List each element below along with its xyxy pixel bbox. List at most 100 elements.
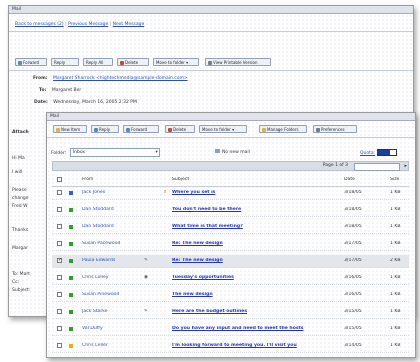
message-date: 3/17/05	[344, 241, 362, 246]
message-date: 3/16/05	[344, 275, 362, 280]
delete-icon	[120, 60, 124, 65]
body-line-9: To: Mart	[12, 272, 30, 277]
row-checkbox[interactable]	[57, 257, 62, 263]
message-row[interactable]: Susan Pacewood Re: The new design 3/17/05 1…	[52, 238, 409, 251]
sender-name[interactable]: Dan Stoddard	[82, 224, 142, 229]
to-label: To:	[39, 88, 47, 93]
forward-button[interactable]: Forward	[123, 125, 159, 133]
message-size: 2 KB	[390, 258, 401, 263]
message-size: 1 KB	[390, 292, 401, 297]
sender-name[interactable]: Susan Pinewood	[82, 292, 142, 297]
manage-folders-button[interactable]: Manage Folders	[259, 125, 307, 133]
sender-name[interactable]: Paula Edwards	[82, 258, 142, 263]
message-row[interactable]: Val Duffy Do you have any input and need …	[52, 323, 409, 336]
from-label: From:	[33, 76, 48, 81]
message-subject[interactable]: Re: The new design	[172, 258, 338, 263]
message-subject[interactable]: You don't need to be there	[172, 207, 338, 212]
sender-name[interactable]: Chris Lolley	[82, 275, 142, 280]
message-row[interactable]: Jack Jones! Where you set is 3/18/05 1 KB	[52, 187, 409, 200]
row-checkbox[interactable]	[57, 343, 62, 348]
message-size: 1 KB	[390, 190, 401, 195]
folder-row: Folder: Inbox ▾	[51, 148, 160, 157]
next-message-link[interactable]: Next Message	[113, 22, 145, 27]
inbox-window-title: Mail	[50, 114, 60, 119]
message-date: 3/16/05	[344, 292, 362, 297]
quota-bar-fill	[377, 150, 391, 155]
nav-divider	[9, 31, 413, 32]
sender-name[interactable]: Chris Leller	[82, 343, 142, 348]
message-subject[interactable]: Do you have any input and need to meet t…	[172, 326, 338, 331]
row-checkbox[interactable]	[57, 241, 62, 246]
row-checkbox[interactable]	[57, 224, 62, 229]
priority-flag-icon: !	[164, 190, 167, 195]
status-icon	[69, 208, 73, 212]
sender-name[interactable]: Jack Starke	[82, 309, 142, 314]
previous-message-link[interactable]: Previous Message	[68, 22, 108, 27]
inbox-window: Mail New Item Reply Forward Delete Move …	[46, 112, 416, 358]
sender-name[interactable]: Jack Jones	[82, 190, 142, 195]
row-checkbox[interactable]	[57, 292, 62, 297]
column-from[interactable]: From	[82, 177, 93, 182]
reply-button[interactable]: Reply	[51, 58, 79, 66]
date-row: Date: Wednesday, March 16, 2005 2:32 PM	[34, 100, 137, 105]
status-icon	[69, 259, 73, 263]
row-checkbox[interactable]	[57, 309, 62, 314]
quota-label[interactable]: Quota:	[360, 151, 375, 156]
message-subject[interactable]: Tuesday's opportunities	[172, 275, 338, 280]
message-row[interactable]: Dan Stoddard What time is that meeting? 3/…	[52, 221, 409, 234]
folder-icon	[262, 127, 266, 132]
new-item-icon	[56, 127, 60, 132]
status-icon	[69, 191, 73, 195]
body-line-2: Hi Ma	[12, 156, 25, 161]
preferences-button[interactable]: Preferences	[313, 125, 357, 133]
message-row[interactable]: Paula Edwards✎ Re: The new design 3/17/05 2…	[52, 255, 409, 268]
select-all-checkbox[interactable]	[57, 177, 62, 182]
message-subject[interactable]: I'm looking forward to meeting you. I'll…	[172, 343, 338, 348]
reply-icon	[94, 127, 98, 132]
back-to-messages-link[interactable]: Back to messages (2)	[15, 22, 64, 27]
sender-name[interactable]: Val Duffy	[82, 326, 142, 331]
reply-button[interactable]: Reply	[91, 125, 119, 133]
status-icon	[69, 327, 73, 331]
from-value[interactable]: Margaret Sharrock <hightechmedia@sample-…	[53, 76, 188, 81]
message-date: 3/14/05	[344, 343, 362, 348]
message-row[interactable]: Chris Leller I'm looking forward to meeti…	[52, 340, 409, 353]
from-row: From: Margaret Sharrock <hightechmedia@s…	[33, 76, 188, 81]
message-subject[interactable]: Where you set is	[172, 190, 338, 195]
next-page-icon[interactable]: ▸	[404, 163, 407, 169]
sender-name[interactable]: Susan Pacewood	[82, 241, 142, 246]
message-size: 1 KB	[390, 241, 401, 246]
forward-button[interactable]: Forward	[15, 58, 47, 66]
forward-icon	[126, 127, 130, 132]
message-row[interactable]: Susan Pinewood The new design 3/16/05 1 KB	[52, 289, 409, 302]
delete-button[interactable]: Delete	[117, 58, 149, 66]
message-subject[interactable]: What time is that meeting?	[172, 224, 338, 229]
message-row[interactable]: Dan Stoddard You don't need to be there 3/…	[52, 204, 409, 217]
message-subject[interactable]: The new design	[172, 292, 338, 297]
new-item-button[interactable]: New Item	[53, 125, 87, 133]
message-subject[interactable]: Re: The new design	[172, 241, 338, 246]
column-size[interactable]: Size	[390, 177, 399, 182]
message-row[interactable]: Jack Starke ✎ Here are the budget outlines…	[52, 306, 409, 319]
message-size: 1 KB	[390, 207, 401, 212]
column-date[interactable]: Date	[344, 177, 355, 182]
delete-button[interactable]: Delete	[165, 125, 195, 133]
row-checkbox[interactable]	[57, 190, 62, 195]
printable-version-button[interactable]: View Printable Version	[205, 58, 271, 66]
column-subject[interactable]: Subject	[172, 177, 189, 182]
sender-name[interactable]: Dan Stoddard	[82, 207, 142, 212]
status-icon	[69, 242, 73, 246]
move-to-folder-select[interactable]: Move to folder ▾	[199, 125, 247, 133]
message-date: 3/18/05	[344, 190, 362, 195]
move-to-folder-select[interactable]: Move to folder ▾	[153, 58, 199, 66]
message-subject[interactable]: Here are the budget outlines	[172, 309, 338, 314]
reply-all-button[interactable]: Reply All	[83, 58, 113, 66]
row-checkbox[interactable]	[57, 207, 62, 212]
page-select[interactable]	[354, 163, 400, 171]
message-row[interactable]: Chris Lolley ◉ Tuesday's opportunities 3/16…	[52, 272, 409, 285]
row-checkbox[interactable]	[57, 275, 62, 280]
row-checkbox[interactable]	[57, 326, 62, 331]
message-date: 3/15/05	[344, 309, 362, 314]
date-value: Wednesday, March 16, 2005 2:32 PM	[53, 100, 137, 105]
folder-select[interactable]: Inbox ▾	[69, 148, 160, 157]
